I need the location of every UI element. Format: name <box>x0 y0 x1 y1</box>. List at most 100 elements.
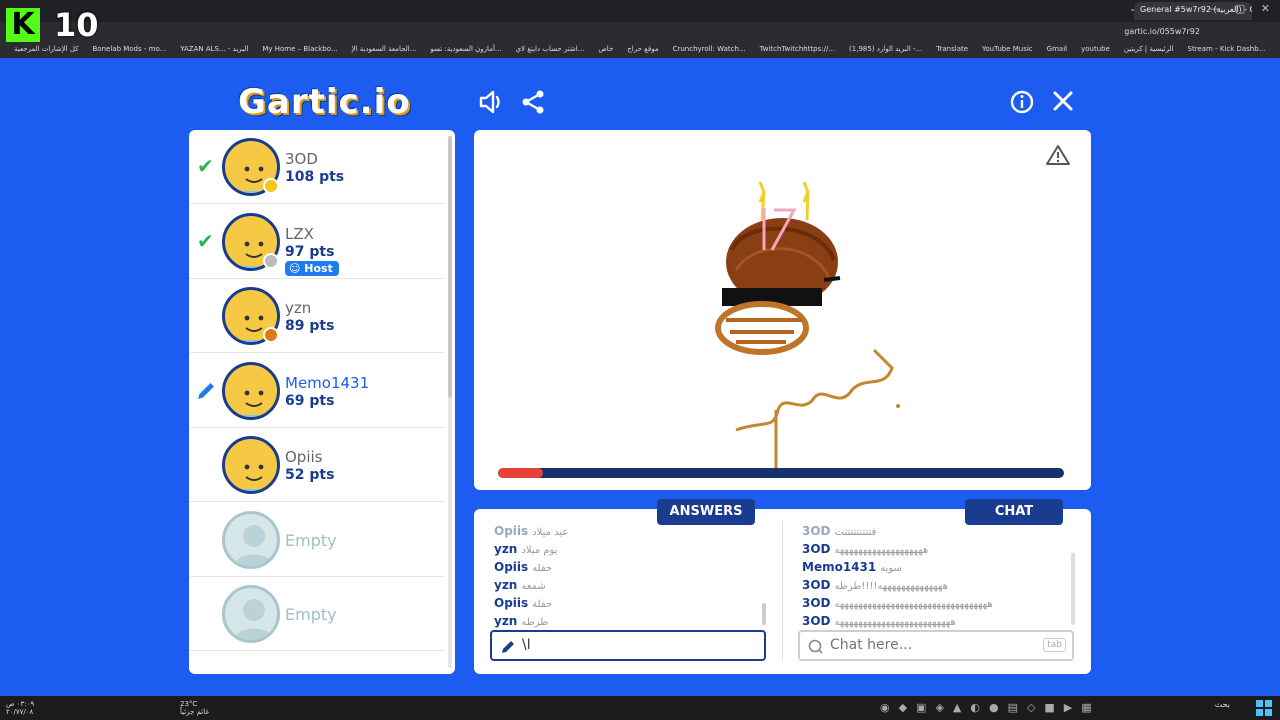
bookmark-item[interactable]: youtube <box>1081 45 1110 53</box>
message-author: 3OD <box>802 578 831 592</box>
bookmark-item[interactable]: الجامعة السعودية الإ... <box>352 45 417 53</box>
taskbar-search[interactable]: بحث <box>1215 700 1230 709</box>
gartic-logo[interactable]: Gartic.io <box>238 82 411 122</box>
answer-message: Opiis عيد ميلاد <box>494 523 568 541</box>
player-name: yzn <box>285 299 312 317</box>
chat-message: 3OD ههههههههههههههه!!!!طرطه <box>802 577 993 595</box>
url-text: gartic.io/055w7r92 <box>1124 27 1200 36</box>
message-author: yzn <box>494 578 518 592</box>
close-icon[interactable] <box>1052 90 1074 112</box>
bookmark-item[interactable]: موقع حراج <box>627 45 658 53</box>
message-author: Opiis <box>494 596 529 610</box>
player-points: 108 pts <box>285 169 345 185</box>
status-dot <box>263 178 279 194</box>
answer-message: Opiis حفلة <box>494 595 568 613</box>
message-text: ههههههههههههههه!!!!طرطه <box>834 581 948 592</box>
round-timer-fill <box>498 468 544 478</box>
host-badge: ☺ Host <box>285 260 339 276</box>
sound-icon[interactable] <box>479 90 505 114</box>
taskbar-pinned-apps[interactable]: ◉◆▣◈▲◐●▤◇■▶▦ <box>880 701 1101 714</box>
chat-message: 3OD فتتتتتتتتتت <box>802 523 993 541</box>
empty-slot-label: Empty <box>285 605 337 624</box>
player-row[interactable]: ✔ LZX 97 pts ☺ Host <box>189 205 445 279</box>
answers-scrollbar[interactable] <box>762 603 766 625</box>
answer-message: Opiis حفله <box>494 559 568 577</box>
message-author: Opiis <box>494 524 529 538</box>
answers-tab: ANSWERS <box>657 499 755 525</box>
bookmark-item[interactable]: خاص <box>598 45 613 53</box>
message-text: شمعه <box>521 581 546 592</box>
answers-chat-panel: ANSWERS CHAT Opiis عيد ميلاد yzn يوم ميلاد O… <box>474 499 1091 674</box>
players-panel: ✔ 3OD 108 pts ✔ LZX 97 pts ☺ Host yzn 89 pts Memo… <box>189 130 455 674</box>
player-points: 69 pts <box>285 392 335 409</box>
report-warning-icon[interactable] <box>1045 144 1071 170</box>
message-text: هههههههههههههههههههههههههههههههههه <box>834 599 993 610</box>
message-author: Opiis <box>494 560 529 574</box>
message-author: 3OD <box>802 524 831 538</box>
message-text: فتتتتتتتتتت <box>834 527 877 538</box>
players-scroll-thumb[interactable] <box>448 136 452 398</box>
answer-field[interactable] <box>490 630 766 661</box>
empty-slot-label: Empty <box>285 530 337 550</box>
avatar <box>222 436 280 494</box>
player-name: Opiis <box>285 448 323 466</box>
info-icon[interactable] <box>1010 90 1034 114</box>
message-text: طرطه <box>521 617 549 628</box>
panel-divider <box>782 521 783 661</box>
bookmark-item[interactable]: أمازون السعودية: تسو... <box>430 45 501 53</box>
bookmark-item[interactable]: YAZAN ALS... - البريد <box>180 45 248 53</box>
chat-input[interactable] <box>830 637 1030 653</box>
player-slot-empty[interactable]: Empty <box>189 577 445 651</box>
taskbar-time: ٠٣:٠٩ ص <box>6 700 35 708</box>
message-author: 3OD <box>802 614 831 628</box>
message-text: يوم ميلاد <box>521 545 558 556</box>
chat-scrollbar[interactable] <box>1071 553 1075 625</box>
bookmark-item[interactable]: YouTube Music <box>982 45 1033 53</box>
answers-list: Opiis عيد ميلاد yzn يوم ميلاد Opiis حفله yzn شم… <box>494 523 568 631</box>
bookmark-item[interactable]: Bonelab Mods - mo... <box>93 45 167 53</box>
drawing-canvas <box>474 130 1091 490</box>
bookmark-item[interactable]: الرئيسية | كريتين <box>1124 45 1174 53</box>
taskbar-clock[interactable]: ٠٣:٠٩ ص ٢٠/٧٧/٠٨ <box>6 700 34 716</box>
overlay-counter: 10 <box>54 6 99 44</box>
answer-input[interactable] <box>522 637 752 653</box>
bookmark-item[interactable]: TwitchTwitchhttps://... <box>760 45 835 53</box>
avatar <box>222 510 280 569</box>
bookmark-item[interactable]: كل الإشارات المرجعية <box>14 45 79 53</box>
player-name: Memo1431 <box>285 373 370 392</box>
share-icon[interactable] <box>521 90 545 114</box>
bookmark-item[interactable]: My Home – Blackbo... <box>262 45 337 53</box>
bookmark-item[interactable]: البريد الوارد (1,985) -... <box>849 45 922 53</box>
bookmarks-bar: كل الإشارات المرجعية Bonelab Mods - mo...… <box>0 42 1280 58</box>
player-slot-empty[interactable]: Empty <box>189 503 445 577</box>
status-dot <box>263 252 279 269</box>
pencil-icon <box>500 639 516 659</box>
windows-start-icon[interactable] <box>1256 700 1272 716</box>
message-author: yzn <box>494 542 518 556</box>
weather-widget[interactable]: 23°C غائم جزئياً <box>180 700 209 716</box>
message-text: عيد ميلاد <box>532 527 569 538</box>
player-row[interactable]: Memo1431 69 pts <box>189 354 445 428</box>
chat-list: 3OD فتتتتتتتتتت 3OD هههههههههههههههههههه Mem… <box>802 523 993 631</box>
message-text: حفله <box>532 563 553 574</box>
bookmark-item[interactable]: Translate <box>936 45 968 53</box>
player-points: 52 pts <box>285 467 335 483</box>
bookmark-item[interactable]: Stream - Kick Dashb... <box>1188 45 1266 53</box>
address-bar[interactable]: gartic.io/055w7r92 <box>0 22 1280 42</box>
player-row[interactable]: Opiis 52 pts <box>189 428 445 502</box>
message-author: Memo1431 <box>802 560 877 574</box>
message-author: 3OD <box>802 596 831 610</box>
bookmark-item[interactable]: Crunchyroll: Watch... <box>673 45 746 53</box>
avatar <box>222 585 280 643</box>
player-row[interactable]: yzn 89 pts <box>189 279 445 353</box>
player-row[interactable]: ✔ 3OD 108 pts <box>189 130 445 204</box>
bookmark-item[interactable]: اشتر حساب دايتغ لاي... <box>516 45 585 53</box>
chat-tab: CHAT <box>965 499 1063 525</box>
drawing-scribble <box>735 348 894 432</box>
chat-field[interactable]: tab <box>798 630 1074 661</box>
avatar <box>222 361 280 420</box>
window-controls[interactable]: — ▢ ✕ <box>1208 2 1276 15</box>
chat-message: Memo1431 سويه <box>802 559 993 577</box>
bookmark-item[interactable]: Gmail <box>1047 45 1067 53</box>
taskbar-date: ٢٠/٧٧/٠٨ <box>6 708 34 716</box>
